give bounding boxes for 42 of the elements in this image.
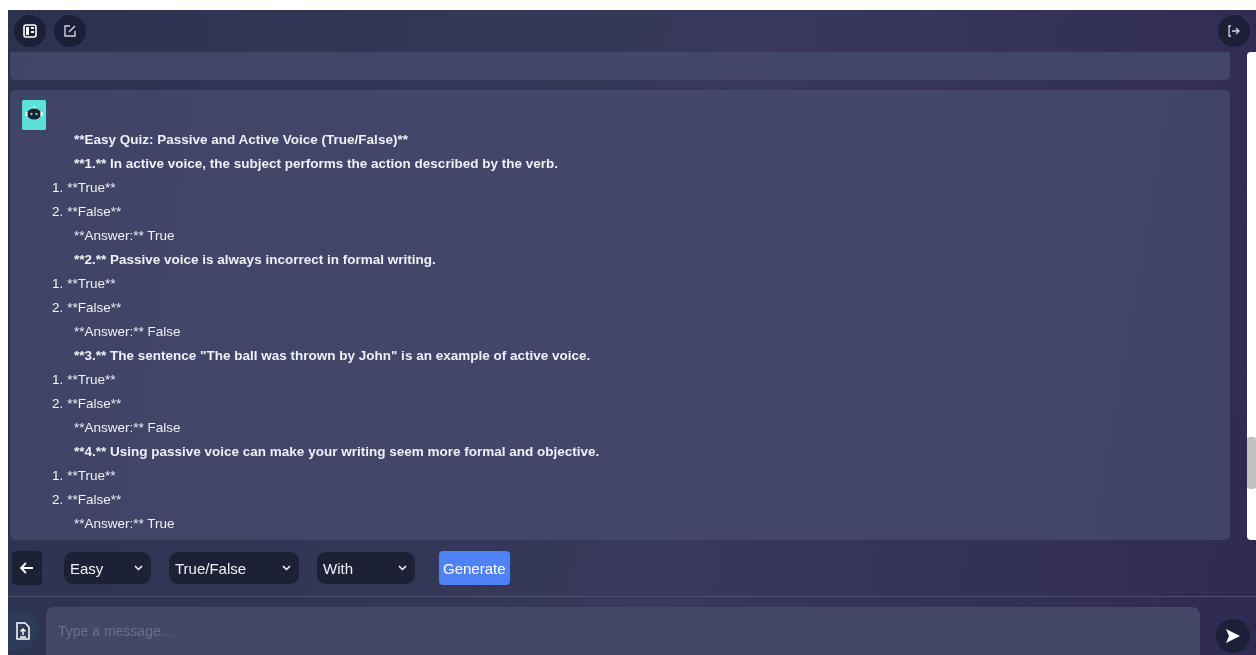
option-text: **False**	[67, 203, 122, 221]
sidebar-icon[interactable]	[14, 15, 46, 47]
option-text: **False**	[67, 395, 122, 413]
dropdown[interactable]: Easy	[64, 552, 151, 584]
option-number: 2.	[52, 203, 64, 221]
upload-file-icon[interactable]	[8, 611, 38, 651]
option-number: 1.	[52, 179, 64, 197]
chevron-down-icon	[134, 565, 143, 571]
quiz-question: **3.** The sentence "The ball was thrown by John" is an example of active voice.	[73, 347, 592, 365]
option-text: **True**	[67, 275, 116, 293]
answer-text: **Answer:** False	[73, 419, 182, 437]
generate-button[interactable]: Generate	[439, 551, 510, 585]
option-number: 2.	[52, 299, 64, 317]
quiz-question: **4.** Using passive voice can make your writing seem more formal and objective.	[73, 443, 601, 461]
chevron-down-icon	[398, 565, 407, 571]
option-number: 1.	[52, 467, 64, 485]
option-number: 2.	[52, 491, 64, 509]
send-button[interactable]	[1216, 619, 1250, 653]
quiz-title: **Easy Quiz: Passive and Active Voice (True/False)**	[73, 131, 409, 149]
option-number: 1.	[52, 275, 64, 293]
answer-text: **Answer:** True	[73, 227, 176, 245]
send-icon	[1225, 628, 1241, 644]
robot-avatar-icon	[22, 100, 46, 130]
quiz-question: **2.** Passive voice is always incorrect in formal writing.	[73, 251, 437, 269]
option-text: **True**	[67, 179, 116, 197]
back-button[interactable]	[12, 551, 42, 585]
dropdown[interactable]: With	[317, 552, 415, 584]
option-text: **False**	[67, 299, 122, 317]
option-text: **True**	[67, 371, 116, 389]
option-text: **False**	[67, 491, 122, 509]
quiz-question: **1.** In active voice, the subject performs the action described by the verb.	[73, 155, 559, 173]
chevron-down-icon	[282, 565, 291, 571]
answer-text: **Answer:** False	[73, 323, 182, 341]
scrollbar[interactable]	[1247, 52, 1256, 540]
option-text: **True**	[67, 467, 116, 485]
arrow-left-icon	[20, 562, 34, 574]
dropdown[interactable]: True/False	[169, 552, 299, 584]
option-number: 1.	[52, 371, 64, 389]
logout-icon[interactable]	[1218, 15, 1250, 47]
answer-text: **Answer:** True	[73, 515, 176, 533]
edit-icon[interactable]	[54, 15, 86, 47]
option-number: 2.	[52, 395, 64, 413]
